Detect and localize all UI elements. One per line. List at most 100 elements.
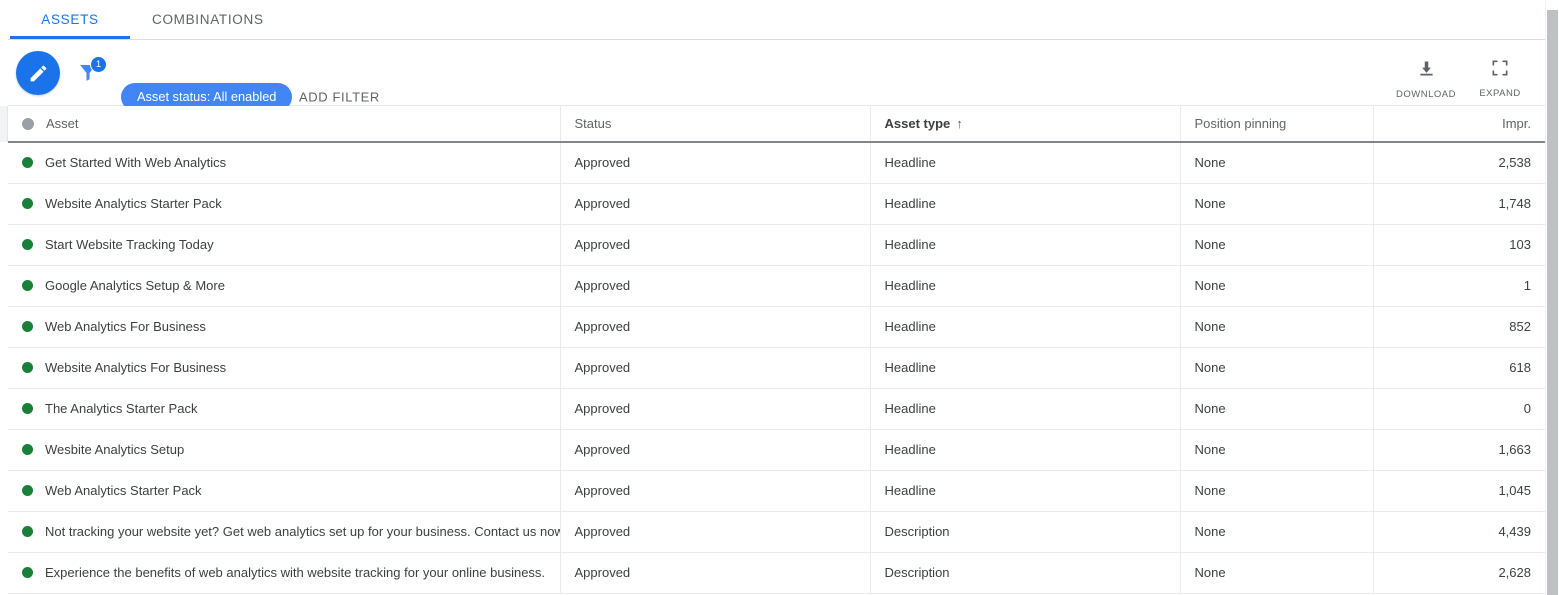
asset-status-dot[interactable] — [22, 362, 33, 373]
asset-status-dot[interactable] — [22, 567, 33, 578]
add-filter-button[interactable]: ADD FILTER — [299, 90, 380, 105]
tab-assets[interactable]: ASSETS — [10, 0, 130, 39]
cell-impr: 618 — [1373, 347, 1545, 389]
cell-value-impr: 618 — [1509, 360, 1531, 375]
cell-value-type: Headline — [884, 483, 936, 498]
cell-value-type: Description — [884, 524, 950, 539]
table-row[interactable]: Get Started With Web Analytics Approved He… — [8, 142, 1545, 184]
asset-name: Web Analytics Starter Pack — [45, 483, 202, 498]
column-header-asset[interactable]: Asset — [8, 106, 561, 143]
sort-ascending-icon[interactable]: ↑ — [956, 116, 963, 131]
cell-status: Approved — [560, 142, 871, 184]
filter-toggle-button[interactable]: 1 — [76, 56, 107, 88]
cell-value-status: Approved — [574, 278, 631, 293]
table-row[interactable]: Google Analytics Setup & More Approved Hea… — [8, 265, 1545, 307]
column-header-type[interactable]: Asset type ↑ — [870, 106, 1181, 143]
asset-status-dot[interactable] — [22, 280, 33, 291]
expand-button[interactable]: EXPAND — [1469, 48, 1531, 100]
asset-name: Get Started With Web Analytics — [45, 155, 227, 171]
cell-status: Approved — [560, 306, 871, 348]
cell-value-impr: 0 — [1523, 401, 1531, 416]
column-header-status[interactable]: Status — [560, 106, 871, 143]
table-header-row: Asset Status Asset type ↑ Position pinning Im… — [8, 106, 1545, 143]
asset-name: Experience the benefits of web analytics… — [45, 565, 546, 580]
cell-impr: 1 — [1373, 265, 1545, 307]
cell-value-pinning: None — [1194, 237, 1226, 252]
cell-pinning: None — [1180, 429, 1374, 471]
cell-asset: Get Started With Web Analytics — [8, 142, 561, 184]
cell-pinning: None — [1180, 142, 1374, 184]
table-row[interactable]: Website Analytics Starter Pack Approved He… — [8, 183, 1545, 225]
cell-value-type: Headline — [884, 442, 936, 457]
cell-value-status: Approved — [574, 442, 631, 457]
table-row[interactable]: Web Analytics For Business Approved Headli… — [8, 306, 1545, 348]
cell-status: Approved — [560, 183, 871, 225]
cell-pinning: None — [1180, 224, 1374, 266]
cell-pinning: None — [1180, 306, 1374, 348]
cell-value-pinning: None — [1194, 524, 1226, 539]
asset-name: Website Analytics Starter Pack — [45, 196, 222, 211]
cell-type: Headline — [870, 306, 1181, 348]
column-header-label: Asset type — [884, 116, 951, 131]
cell-value-impr: 1 — [1523, 278, 1531, 293]
left-gutter-bottom-white — [0, 142, 8, 595]
asset-status-dot[interactable] — [22, 198, 33, 209]
cell-value-impr: 852 — [1509, 319, 1531, 334]
cell-asset: Wesbite Analytics Setup — [8, 429, 561, 471]
cell-status: Approved — [560, 511, 871, 553]
cell-status: Approved — [560, 552, 871, 594]
tab-label: ASSETS — [41, 12, 99, 27]
cell-asset: Google Analytics Setup & More — [8, 265, 561, 307]
asset-name: Start Website Tracking Today — [45, 237, 214, 252]
column-header-pinning[interactable]: Position pinning — [1180, 106, 1374, 143]
filter-count-badge: 1 — [90, 56, 107, 73]
tab-combinations[interactable]: COMBINATIONS — [130, 0, 286, 39]
cell-value-impr: 2,538 — [1498, 155, 1531, 171]
table-body: Get Started With Web Analytics Approved He… — [8, 142, 1545, 594]
cell-value-type: Headline — [884, 155, 936, 171]
asset-name: Web Analytics For Business — [45, 319, 206, 334]
edit-assets-button[interactable] — [16, 51, 60, 95]
cell-value-pinning: None — [1194, 565, 1226, 580]
cell-value-status: Approved — [574, 196, 631, 211]
cell-type: Headline — [870, 347, 1181, 389]
table-row[interactable]: Not tracking your website yet? Get web a… — [8, 511, 1545, 553]
cell-status: Approved — [560, 429, 871, 471]
asset-status-dot[interactable] — [22, 157, 33, 169]
cell-impr: 4,439 — [1373, 511, 1545, 553]
tab-label: COMBINATIONS — [152, 12, 264, 27]
asset-status-dot[interactable] — [22, 444, 33, 455]
cell-value-pinning: None — [1194, 278, 1226, 293]
asset-status-dot[interactable] — [22, 403, 33, 414]
cell-type: Description — [870, 511, 1181, 553]
column-header-impr[interactable]: Impr. — [1373, 106, 1545, 143]
cell-value-pinning: None — [1194, 155, 1226, 171]
vertical-scrollbar[interactable] — [1545, 0, 1559, 595]
tab-list: ASSETS COMBINATIONS — [8, 0, 1545, 39]
table-row[interactable]: Wesbite Analytics Setup Approved Headline N… — [8, 429, 1545, 471]
cell-impr: 2,538 — [1373, 142, 1545, 184]
table-row[interactable]: Experience the benefits of web analytics… — [8, 552, 1545, 594]
download-icon — [1416, 58, 1437, 84]
asset-status-dot[interactable] — [22, 321, 33, 332]
download-button[interactable]: DOWNLOAD — [1395, 48, 1457, 100]
cell-value-pinning: None — [1194, 401, 1226, 416]
table-row[interactable]: Start Website Tracking Today Approved Head… — [8, 224, 1545, 266]
asset-status-dot[interactable] — [22, 485, 33, 496]
asset-status-dot[interactable] — [22, 526, 33, 537]
table-row[interactable]: Website Analytics For Business Approved He… — [8, 347, 1545, 389]
cell-value-status: Approved — [574, 155, 631, 171]
cell-asset: Experience the benefits of web analytics… — [8, 552, 561, 594]
table-row[interactable]: Web Analytics Starter Pack Approved Headli… — [8, 470, 1545, 512]
scrollbar-thumb[interactable] — [1547, 10, 1558, 595]
cell-asset: The Analytics Starter Pack — [8, 388, 561, 430]
select-all-status-icon[interactable] — [22, 117, 34, 130]
cell-value-type: Description — [884, 565, 950, 580]
cell-value-type: Headline — [884, 360, 936, 375]
cell-value-pinning: None — [1194, 196, 1226, 211]
table-row[interactable]: The Analytics Starter Pack Approved Headli… — [8, 388, 1545, 430]
cell-pinning: None — [1180, 265, 1374, 307]
cell-status: Approved — [560, 388, 871, 430]
asset-status-dot[interactable] — [22, 239, 33, 250]
cell-asset: Not tracking your website yet? Get web a… — [8, 511, 561, 553]
